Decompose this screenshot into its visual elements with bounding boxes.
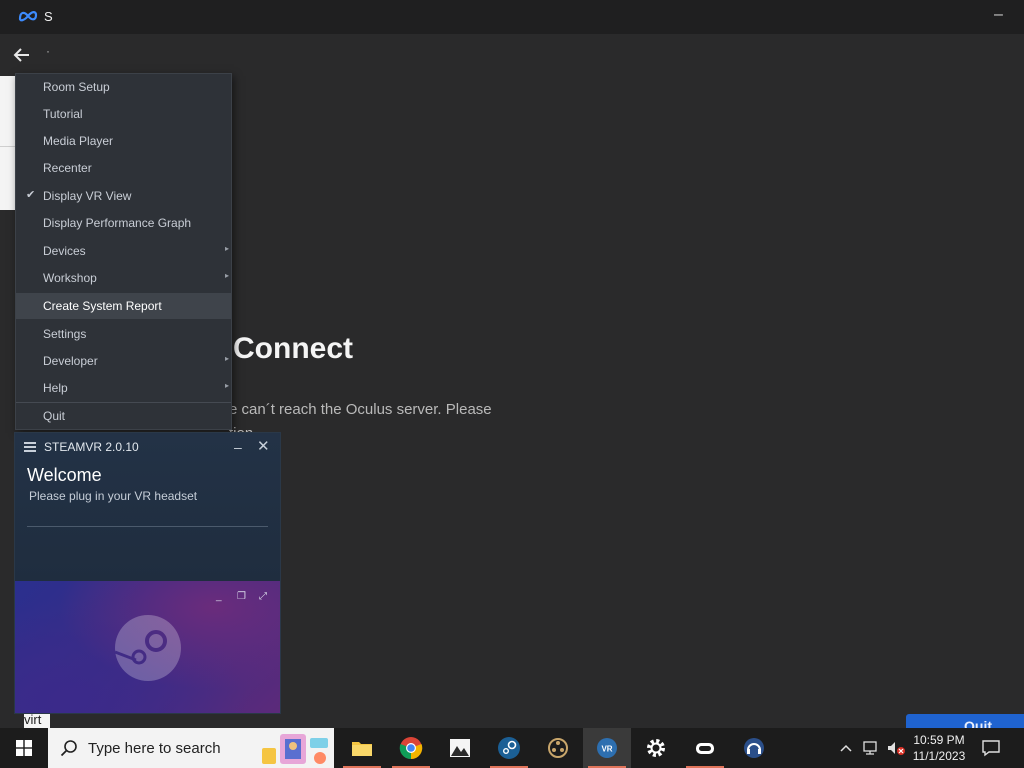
- submenu-arrow-icon: ▸: [224, 244, 229, 253]
- menu-item-label: Quit: [43, 409, 66, 423]
- notification-center-icon[interactable]: [980, 738, 1002, 758]
- taskbar-steamvr[interactable]: VR: [583, 728, 631, 768]
- oculus-headset-icon: [696, 743, 714, 754]
- menu-item-quit[interactable]: Quit: [16, 403, 231, 429]
- back-arrow-icon[interactable]: [12, 45, 32, 65]
- menu-item-devices[interactable]: Devices ▸: [16, 238, 231, 264]
- steamvr-divider: [27, 526, 268, 527]
- menu-separator: [16, 402, 231, 403]
- meta-logo-icon: [18, 11, 38, 22]
- side-panel-divider: [0, 146, 16, 147]
- menu-item-tutorial[interactable]: Tutorial: [16, 101, 231, 127]
- gear-icon: [647, 739, 665, 757]
- taskbar-file-explorer[interactable]: [338, 728, 386, 768]
- header-dot: ·: [46, 44, 50, 58]
- submenu-arrow-icon: ▸: [224, 271, 229, 280]
- menu-item-developer[interactable]: Developer ▸: [16, 348, 231, 374]
- partial-text-virt: virt: [24, 714, 50, 728]
- steamvr-close-button[interactable]: ✕: [257, 437, 270, 455]
- menu-item-label: Media Player: [43, 134, 114, 148]
- menu-item-label: Help: [43, 381, 68, 395]
- windows-logo-icon: [16, 740, 32, 756]
- vr-view-restore-icon[interactable]: ❐: [237, 591, 246, 602]
- taskbar-steam[interactable]: [485, 728, 533, 768]
- taskbar-chrome[interactable]: [387, 728, 435, 768]
- photos-icon: [450, 739, 470, 757]
- connect-heading: Connect: [233, 332, 353, 365]
- steamvr-title: STEAMVR 2.0.10: [44, 440, 139, 454]
- menu-item-label: Room Setup: [43, 80, 110, 94]
- app-title: S: [44, 9, 53, 24]
- steam-logo-icon: [114, 615, 181, 681]
- menu-item-settings[interactable]: Settings: [16, 321, 231, 347]
- network-icon[interactable]: [862, 740, 880, 756]
- menu-item-label: Developer: [43, 354, 98, 368]
- clock-time: 10:59 PM: [913, 733, 965, 747]
- steamvr-context-menu: Room Setup Tutorial Media Player Recenter ✔ D…: [15, 73, 232, 430]
- menu-item-help[interactable]: Help ▸: [16, 375, 231, 401]
- steamvr-minimize-button[interactable]: –: [234, 439, 242, 455]
- menu-item-label: Settings: [43, 327, 87, 341]
- svg-text:VR: VR: [601, 745, 612, 754]
- menu-item-label: Devices: [43, 244, 86, 258]
- hamburger-menu-icon[interactable]: [24, 442, 36, 452]
- welcome-heading: Welcome: [27, 465, 102, 485]
- windows-taskbar: Type here to search VR 10:59 PM 11/1/202…: [0, 728, 1024, 768]
- menu-item-media-player[interactable]: Media Player: [16, 128, 231, 154]
- menu-item-create-system-report[interactable]: Create System Report: [16, 293, 231, 319]
- menu-item-label: Display VR View: [43, 189, 132, 203]
- app-titlebar: S –: [0, 0, 1024, 34]
- taskbar-photos[interactable]: [436, 728, 484, 768]
- vr-view-expand-icon[interactable]: ⤢: [259, 591, 267, 602]
- taskbar-oculus[interactable]: [681, 728, 729, 768]
- clock-date: 11/1/2023: [912, 749, 966, 763]
- vr-view-panel: _ ❐ ⤢: [15, 581, 280, 713]
- steamvr-header: STEAMVR 2.0.10 – ✕ Welcome Please plug i…: [15, 433, 280, 581]
- menu-item-display-vr-view[interactable]: ✔ Display VR View: [16, 183, 231, 209]
- chevron-up-icon[interactable]: [838, 740, 854, 756]
- menu-item-recenter[interactable]: Recenter: [16, 155, 231, 181]
- search-placeholder: Type here to search: [88, 740, 221, 757]
- steamvr-icon: VR: [597, 738, 617, 758]
- headset-remote-icon: [744, 738, 764, 758]
- steamvr-window: STEAMVR 2.0.10 – ✕ Welcome Please plug i…: [14, 432, 281, 714]
- submenu-arrow-icon: ▸: [224, 354, 229, 363]
- menu-item-label: Display Performance Graph: [43, 216, 192, 230]
- system-clock[interactable]: 10:59 PM 11/1/2023: [906, 732, 972, 764]
- side-panel: [0, 76, 16, 210]
- quit-button[interactable]: Quit: [906, 714, 1024, 728]
- welcome-subtitle: Please plug in your VR headset: [29, 489, 198, 503]
- start-button[interactable]: [0, 728, 48, 768]
- chrome-icon: [399, 737, 423, 760]
- menu-item-label: Tutorial: [43, 107, 83, 121]
- menu-item-display-performance-graph[interactable]: Display Performance Graph: [16, 210, 231, 236]
- menu-item-label: Workshop: [43, 271, 97, 285]
- search-highlight-art-icon: [262, 734, 328, 764]
- search-icon: [60, 740, 77, 757]
- taskbar-cinema[interactable]: [534, 728, 582, 768]
- steam-icon: [498, 737, 520, 759]
- menu-item-label: Recenter: [43, 161, 92, 175]
- checkmark-icon: ✔: [26, 189, 36, 201]
- menu-item-label: Create System Report: [43, 299, 162, 313]
- taskbar-settings[interactable]: [632, 728, 680, 768]
- volume-muted-icon[interactable]: [886, 740, 906, 756]
- taskbar-remote-app[interactable]: [730, 728, 778, 768]
- menu-item-room-setup[interactable]: Room Setup: [16, 74, 231, 100]
- menu-item-workshop[interactable]: Workshop ▸: [16, 265, 231, 291]
- taskbar-search[interactable]: Type here to search: [48, 728, 334, 768]
- film-reel-icon: [548, 738, 568, 758]
- folder-icon: [352, 742, 372, 756]
- vr-view-minimize-icon[interactable]: _: [216, 591, 222, 602]
- window-minimize-button[interactable]: –: [994, 6, 1010, 26]
- submenu-arrow-icon: ▸: [224, 381, 229, 390]
